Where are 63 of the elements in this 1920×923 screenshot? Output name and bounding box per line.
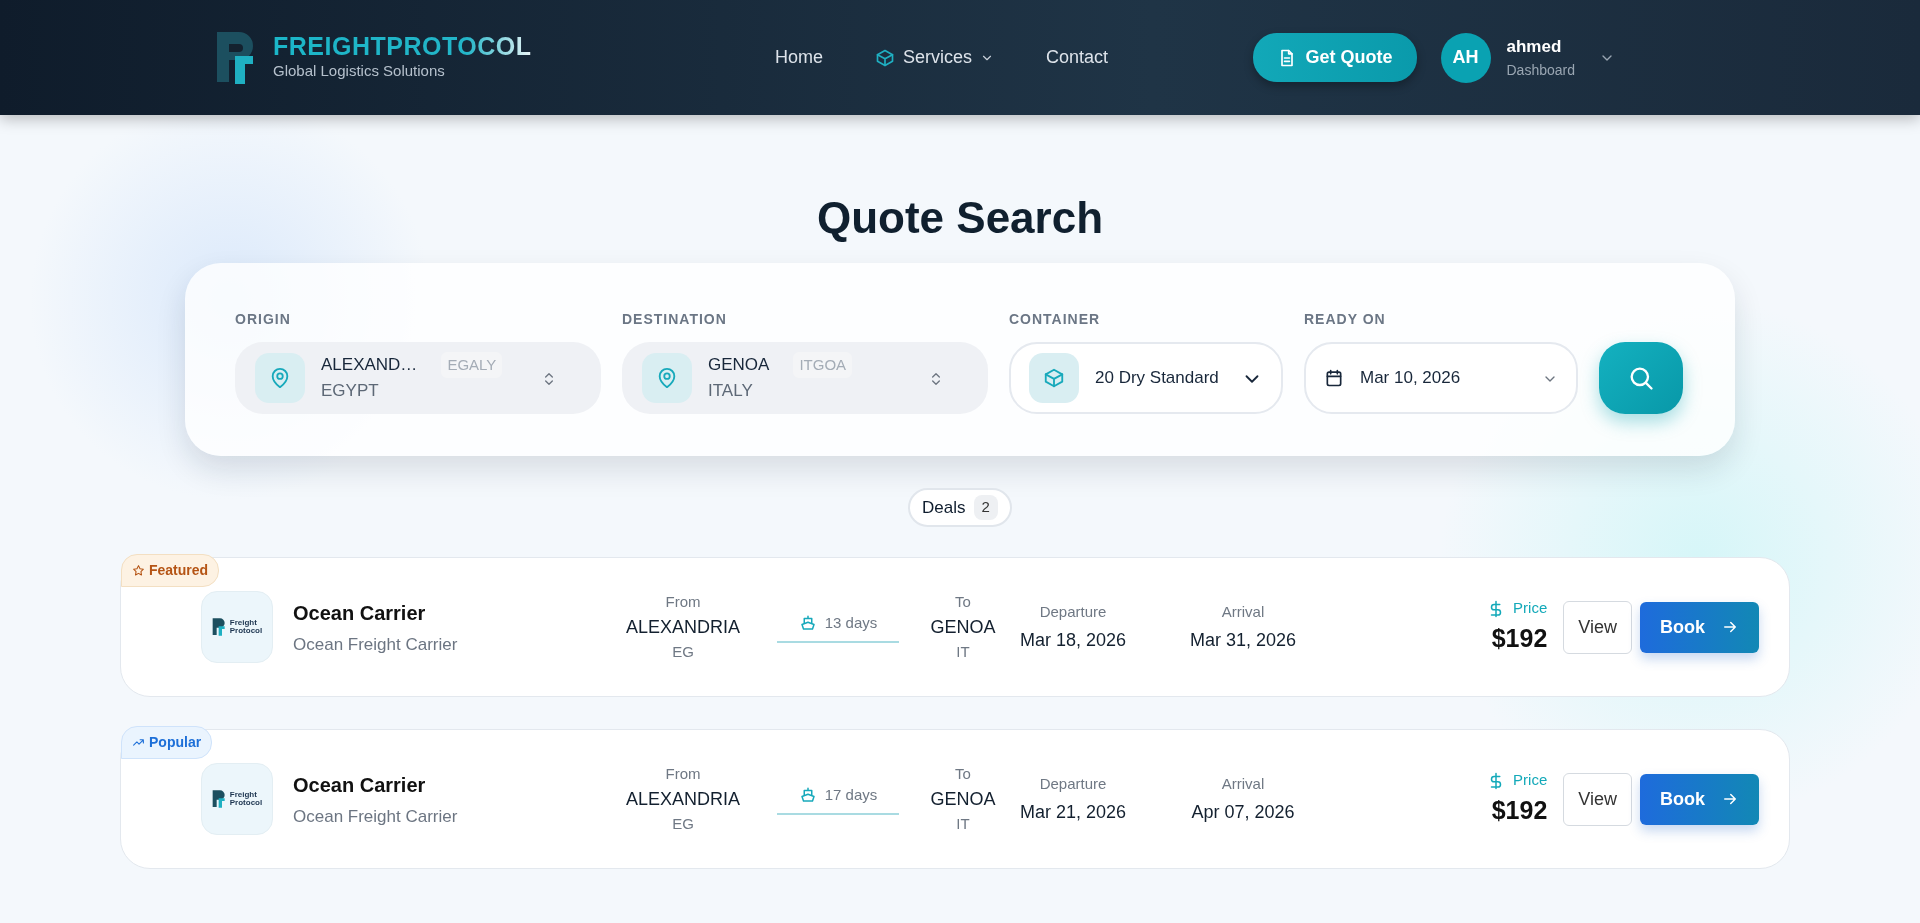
departure-date: Mar 18, 2026 — [1018, 629, 1128, 653]
field-label: CONTAINER — [1009, 309, 1102, 329]
arrival-date: Apr 07, 2026 — [1190, 801, 1296, 825]
departure-date: Mar 21, 2026 — [1018, 801, 1128, 825]
arrival-date: Mar 31, 2026 — [1188, 629, 1298, 653]
price: $192 — [1490, 622, 1548, 654]
destination-city: GENOA — [929, 615, 997, 639]
view-button[interactable]: View — [1563, 600, 1632, 654]
origin-country: EG — [671, 641, 695, 662]
book-button[interactable]: Book — [1640, 601, 1759, 653]
location-pin-icon — [269, 366, 291, 389]
field-label: ORIGIN — [235, 309, 292, 329]
featured-badge: Featured — [121, 554, 220, 588]
search-button[interactable] — [1599, 341, 1683, 414]
brand-tagline: Global Logistics Solutions — [273, 61, 446, 81]
page-title: Quote Search — [816, 192, 1104, 244]
box-icon — [875, 47, 895, 68]
destination-city: GENOA — [929, 787, 997, 811]
departure-label: Departure — [1038, 601, 1108, 622]
carrier-type: Ocean Freight Carrier — [293, 633, 459, 656]
arrival-label: Arrival — [1220, 773, 1266, 794]
destination-field[interactable]: GENOA ITGOA ITALY — [622, 341, 988, 414]
user-subtitle: Dashboard — [1506, 60, 1575, 80]
origin-city: ALEXANDRIA — [624, 615, 741, 639]
from-label: From — [664, 592, 702, 613]
carrier-name: Ocean Carrier — [293, 600, 427, 626]
carrier-logo: Freight Protocol — [201, 763, 273, 836]
origin-city: ALEXANDRIA — [624, 787, 741, 811]
star-icon — [132, 564, 145, 578]
price-label: Price — [1513, 598, 1548, 619]
book-button[interactable]: Book — [1640, 773, 1759, 825]
arrival-label: Arrival — [1220, 601, 1266, 622]
user-name: ahmed — [1506, 36, 1563, 59]
box-icon — [1043, 366, 1065, 389]
nav-link[interactable]: Contact — [1046, 44, 1109, 71]
price: $192 — [1490, 794, 1548, 826]
carrier-name: Ocean Carrier — [293, 772, 427, 798]
from-label: From — [664, 764, 702, 785]
to-label: To — [954, 592, 972, 613]
transit-duration: 13 days — [777, 612, 899, 643]
destination-country: IT — [955, 641, 971, 662]
carrier-logo: Freight Protocol — [201, 591, 273, 664]
carrier-type: Ocean Freight Carrier — [293, 805, 459, 828]
nav-link[interactable]: Home — [775, 44, 823, 71]
popular-badge: Popular — [121, 726, 213, 760]
price-label: Price — [1513, 770, 1548, 791]
field-label: DESTINATION — [622, 309, 728, 329]
date-picker[interactable]: Mar 10, 2026 — [1304, 341, 1578, 414]
nav-dropdown[interactable]: Services — [875, 44, 995, 71]
origin-country: EG — [671, 813, 695, 834]
ship-icon — [798, 786, 817, 805]
destination-country: IT — [955, 813, 971, 834]
ship-icon — [798, 614, 817, 633]
departure-label: Departure — [1038, 773, 1108, 794]
deals-filter[interactable]: Deals 2 — [908, 487, 1012, 528]
to-label: To — [954, 764, 972, 785]
transit-duration: 17 days — [777, 784, 899, 815]
origin-field[interactable]: ALEXAND… EGALY EGYPT — [235, 341, 601, 414]
field-label: READY ON — [1304, 309, 1387, 329]
view-button[interactable]: View — [1563, 772, 1632, 826]
location-pin-icon — [656, 366, 678, 389]
container-select[interactable]: 20 Dry Standard — [1009, 341, 1283, 414]
calendar-icon — [1324, 367, 1344, 388]
